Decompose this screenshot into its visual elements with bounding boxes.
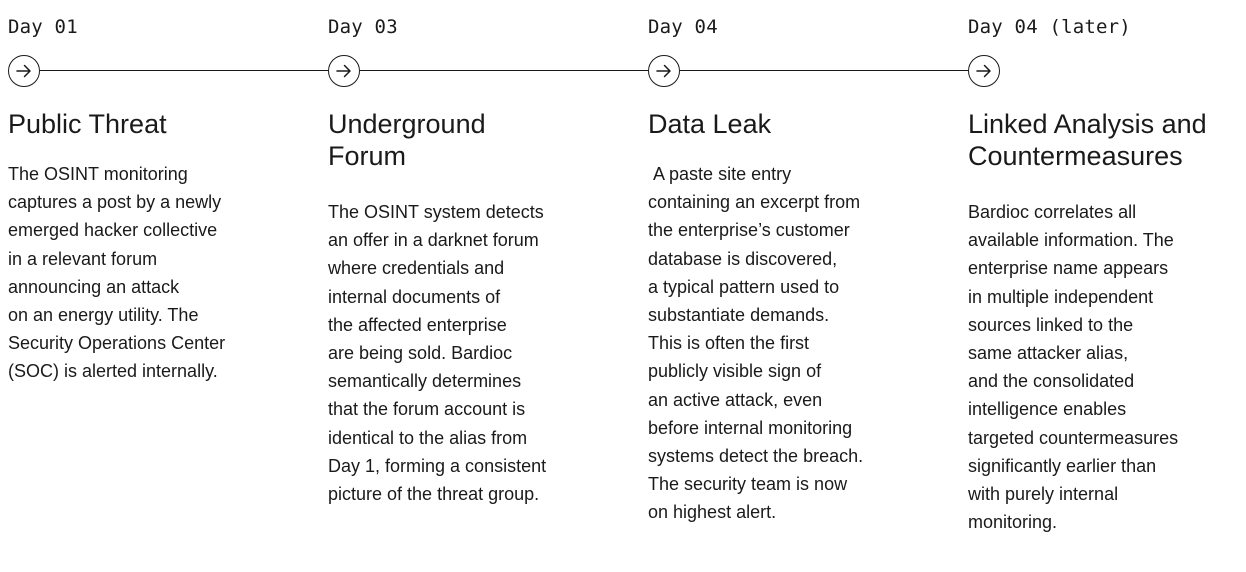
step-description: Bardioc correlates all available informa…	[968, 202, 1179, 533]
step-title: Data Leak	[648, 109, 772, 139]
step-day-label: Day 03	[328, 16, 398, 38]
step-day-label: Day 04	[648, 16, 718, 38]
timeline-connector	[40, 70, 328, 71]
timeline-connector	[680, 70, 968, 71]
timeline: Day 01 Public Threat The OSINT monitorin…	[8, 0, 1246, 572]
step-title: Linked Analysis and Countermeasures	[968, 109, 1207, 171]
arrow-right-icon	[8, 55, 40, 87]
step-description: The OSINT monitoring captures a post by …	[8, 164, 226, 382]
timeline-connector	[360, 70, 648, 71]
arrow-right-icon	[648, 55, 680, 87]
step-title: Underground Forum	[328, 109, 486, 171]
arrow-right-icon	[328, 55, 360, 87]
step-description: A paste site entry containing an excerpt…	[648, 164, 864, 523]
step-day-label: Day 04 (later)	[968, 16, 1131, 38]
step-description: The OSINT system detects an offer in a d…	[328, 202, 547, 505]
step-title: Public Threat	[8, 109, 167, 139]
arrow-right-icon	[968, 55, 1000, 87]
step-day-label: Day 01	[8, 16, 78, 38]
